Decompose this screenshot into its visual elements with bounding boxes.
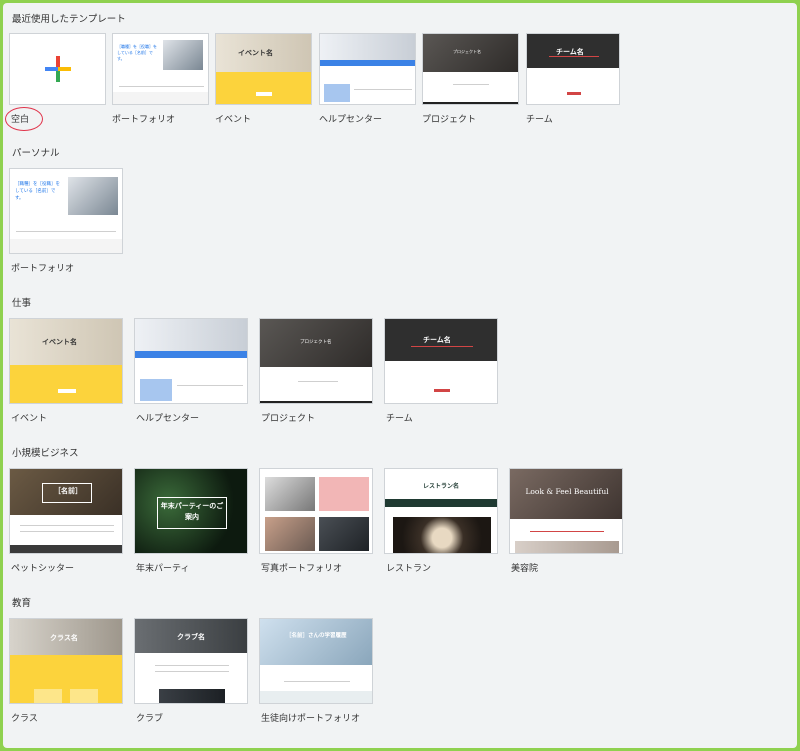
section-title: 教育 xyxy=(12,598,32,609)
section-title: 小規模ビジネス xyxy=(12,448,79,459)
template-label: 生徒向けポートフォリオ xyxy=(261,714,361,724)
template-label: プロジェクト xyxy=(422,115,477,125)
template-label: ポートフォリオ xyxy=(11,264,75,274)
section-title: パーソナル xyxy=(12,148,60,159)
template-thumbnail[interactable] xyxy=(134,318,248,404)
template-gallery: 最近使用したテンプレート 空白 ［職種］を［役職］をしている［名前］です。 ポー… xyxy=(3,3,797,748)
template-thumbnail[interactable]: ［名前］ xyxy=(9,468,123,554)
thumb-heading: チーム名 xyxy=(423,336,451,344)
section-title: 仕事 xyxy=(12,298,32,309)
template-thumbnail[interactable]: イベント名 xyxy=(9,318,123,404)
thumb-photo xyxy=(265,517,315,551)
template-thumbnail[interactable]: クラス名 xyxy=(9,618,123,704)
template-label: クラス xyxy=(11,714,38,724)
thumb-heading: ［職種］を［役職］をしている［名前］です。 xyxy=(117,44,157,61)
template-label: ポートフォリオ xyxy=(112,115,176,125)
template-thumbnail[interactable]: チーム名 xyxy=(526,33,620,105)
template-thumbnail[interactable]: ［名前］さんの学習履歴 xyxy=(259,618,373,704)
template-thumbnail[interactable]: チーム名 xyxy=(384,318,498,404)
template-label: ヘルプセンター xyxy=(319,115,383,125)
thumb-heading: プロジェクト名 xyxy=(453,49,481,54)
template-label: 年末パーティ xyxy=(136,564,190,574)
template-label: チーム xyxy=(386,414,413,424)
template-thumbnail[interactable]: クラブ名 xyxy=(134,618,248,704)
plus-icon xyxy=(44,56,71,82)
thumb-heading: ［名前］ xyxy=(54,487,82,495)
thumb-photo xyxy=(265,477,315,511)
template-label: イベント xyxy=(215,115,252,125)
template-label: ペットシッター xyxy=(11,564,75,574)
template-label: イベント xyxy=(11,414,48,424)
template-thumbnail[interactable]: ［職種］を［役職］をしている［名前］です。 xyxy=(112,33,209,105)
thumb-photo xyxy=(319,517,369,551)
template-thumbnail[interactable]: イベント名 xyxy=(215,33,312,105)
template-thumbnail[interactable]: 年末パーティーのご案内 xyxy=(134,468,248,554)
template-thumbnail[interactable]: プロジェクト名 xyxy=(259,318,373,404)
thumb-heading: イベント名 xyxy=(238,49,273,57)
template-thumbnail[interactable] xyxy=(319,33,416,105)
thumb-heading: ［名前］さんの学習履歴 xyxy=(286,633,347,639)
section-title: 最近使用したテンプレート xyxy=(12,14,126,25)
template-label: チーム xyxy=(526,115,553,125)
template-thumbnail[interactable]: ［職種］を［役職］をしている［名前］です。 xyxy=(9,168,123,254)
template-label: クラブ xyxy=(136,714,164,724)
thumb-heading: ［職種］を［役職］をしている［名前］です。 xyxy=(15,182,60,201)
template-label: レストラン xyxy=(386,564,432,574)
thumb-photo xyxy=(163,40,203,70)
thumb-heading: プロジェクト名 xyxy=(300,340,332,345)
template-thumbnail[interactable]: プロジェクト名 xyxy=(422,33,519,105)
template-label: 写真ポートフォリオ xyxy=(261,564,343,574)
template-thumbnail[interactable]: レストラン名 xyxy=(384,468,498,554)
thumb-heading: レストラン名 xyxy=(423,483,460,490)
template-label: 美容院 xyxy=(511,564,539,574)
thumb-heading: Look & Feel Beautiful xyxy=(525,487,609,496)
template-thumbnail[interactable]: Look & Feel Beautiful xyxy=(509,468,623,554)
thumb-heading: クラス名 xyxy=(50,634,78,642)
template-label: プロジェクト xyxy=(261,414,316,424)
template-label: ヘルプセンター xyxy=(136,414,200,424)
template-thumbnail[interactable] xyxy=(259,468,373,554)
highlight-circle xyxy=(5,107,43,131)
template-thumbnail[interactable] xyxy=(9,33,106,105)
thumb-photo xyxy=(319,477,369,511)
thumb-heading: イベント名 xyxy=(42,338,77,346)
thumb-heading: クラブ名 xyxy=(177,633,205,641)
thumb-heading: 年末パーティーのご案内 xyxy=(160,502,224,521)
thumb-photo xyxy=(68,177,118,215)
